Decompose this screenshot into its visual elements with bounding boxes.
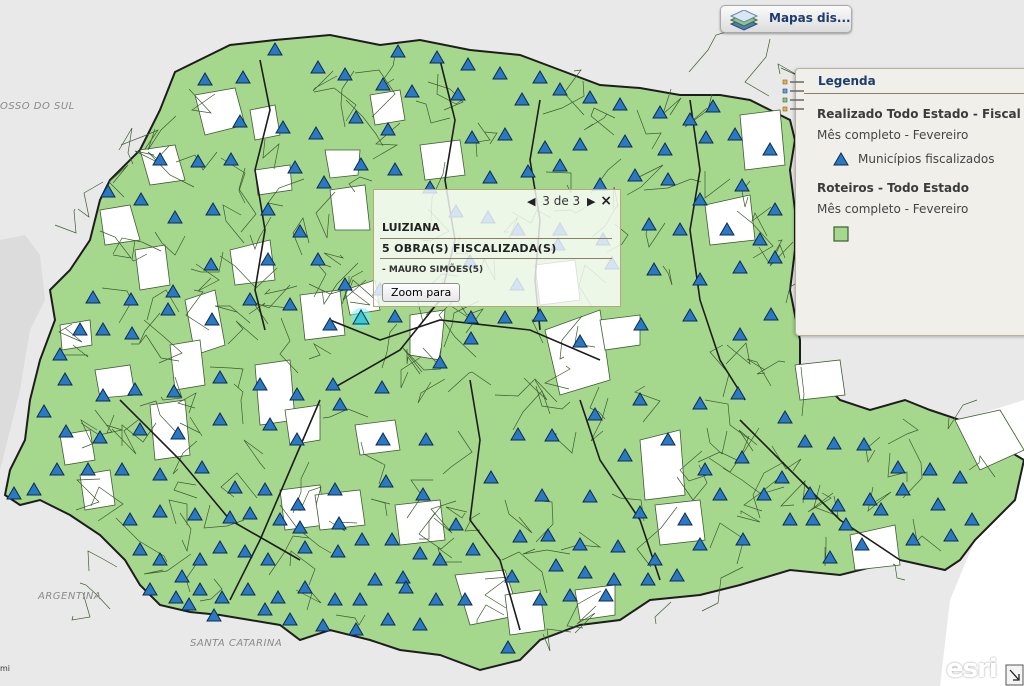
non-audited-municipality — [329, 184, 371, 231]
non-audited-municipality — [324, 149, 361, 179]
popup-divider — [380, 238, 612, 239]
triangle-icon — [833, 152, 849, 166]
legend-layer-title-2: Roteiros - Todo Estado — [817, 181, 969, 195]
legend-layer-title-1: Realizado Todo Estado - Fiscal I — [817, 107, 1024, 121]
esri-wordmark: esri — [946, 654, 998, 684]
non-audited-municipality — [169, 339, 206, 391]
close-icon[interactable]: × — [600, 193, 612, 209]
legend-toggle-icon[interactable] — [780, 77, 806, 117]
label-argentina: ARGENTINA — [38, 591, 102, 602]
legend-layer-subtitle-2: Mês completo - Fevereiro — [817, 202, 969, 216]
legend-item-label-1: Municípios fiscalizados — [858, 152, 995, 166]
scale-label: mi — [0, 664, 11, 673]
legend-layer-subtitle-1: Mês completo - Fevereiro — [817, 128, 969, 142]
non-audited-municipality — [249, 104, 281, 141]
legend-panel: Legenda Realizado Todo Estado - Fiscal I… — [782, 68, 1024, 336]
feature-popup: ◀ 3 de 3 ▶ × LUIZIANA 5 OBRA(S) FISCALIZ… — [373, 189, 621, 307]
legend-title: Legenda — [818, 74, 876, 88]
resize-handle-icon[interactable] — [1005, 664, 1024, 686]
non-audited-municipality — [369, 89, 406, 126]
non-audited-municipality — [739, 109, 786, 171]
label-mato-grosso-do-sul: OSSO DO SUL — [0, 101, 75, 112]
non-audited-municipality — [134, 244, 171, 291]
left-arrow-icon[interactable]: ◀ — [524, 195, 538, 208]
label-santa-catarina: SANTA CATARINA — [190, 638, 283, 649]
popup-divider-2 — [380, 258, 612, 259]
popup-count: 5 OBRA(S) FISCALIZADA(S) — [382, 242, 557, 255]
basemap-gallery-button[interactable]: Mapas dis... — [720, 5, 852, 33]
popup-title: LUIZIANA — [382, 221, 440, 234]
non-audited-municipality — [599, 314, 641, 351]
non-audited-municipality — [639, 429, 686, 501]
non-audited-municipality — [299, 289, 346, 341]
right-arrow-icon[interactable]: ▶ — [584, 195, 598, 208]
non-audited-municipality — [354, 419, 401, 456]
esri-logo[interactable]: POWERED BY esri — [944, 650, 1004, 684]
popup-detail: - MAURO SIMÕES(5) — [382, 265, 484, 275]
green-square-icon — [833, 226, 849, 242]
zoom-to-button[interactable]: Zoom para — [382, 283, 461, 302]
basemap-gallery-label: Mapas dis... — [769, 11, 851, 25]
legend-divider — [804, 93, 1024, 94]
selected-marker[interactable] — [351, 308, 371, 328]
popup-navigation: ◀ 3 de 3 ▶ — [524, 194, 599, 208]
non-audited-municipality — [419, 139, 466, 181]
basemap-layers-icon — [729, 10, 759, 31]
popup-page-indicator: 3 de 3 — [542, 194, 581, 208]
non-audited-municipality — [254, 164, 293, 196]
